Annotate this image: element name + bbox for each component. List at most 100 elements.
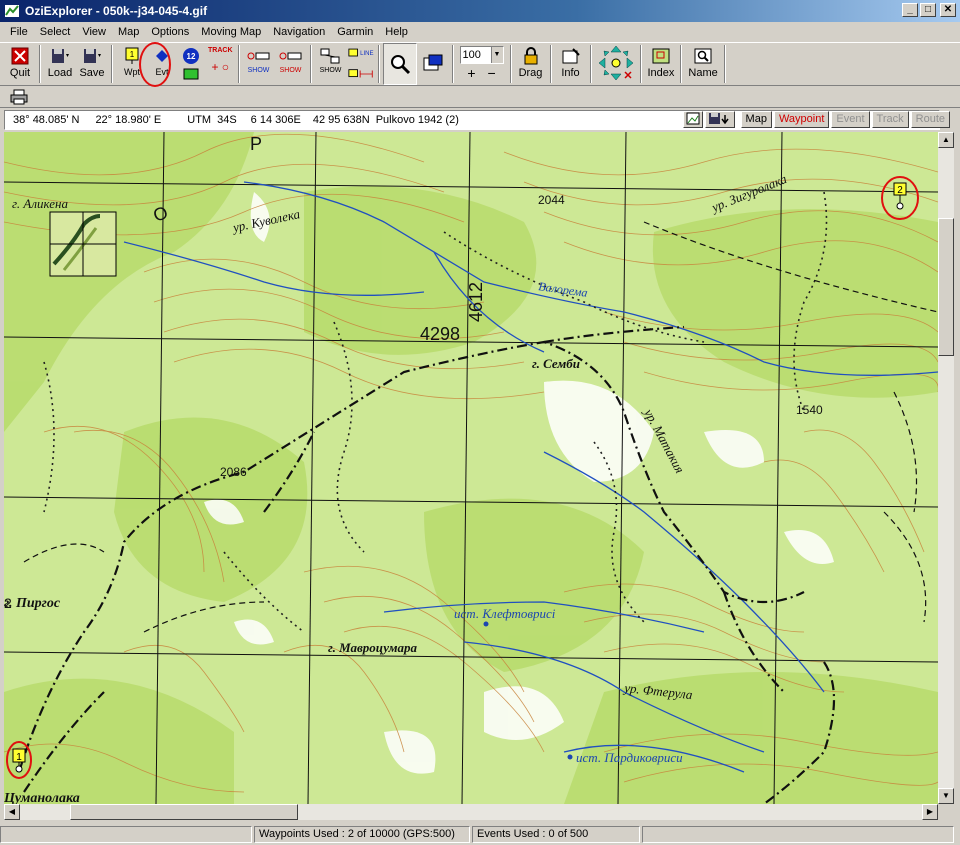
line-tool-icon: LINE — [347, 48, 373, 57]
menu-select[interactable]: Select — [34, 26, 77, 38]
status-panel-empty — [0, 825, 252, 843]
name-label: Name — [688, 67, 718, 79]
picture-icon — [686, 112, 700, 125]
view-tabs: Map Waypoint Event Track Route — [682, 111, 950, 128]
tab-map[interactable]: Map — [740, 111, 772, 128]
scroll-right-button[interactable]: ▶ — [922, 804, 938, 820]
magnifier-button[interactable] — [382, 43, 417, 85]
name-search-button[interactable]: Name — [685, 43, 720, 85]
line-button[interactable]: LINE — [347, 43, 375, 85]
show-events-label: SHOW — [279, 67, 302, 74]
info-button[interactable]: Info — [555, 43, 587, 85]
save-down-button[interactable] — [704, 111, 735, 128]
load-label: Load — [47, 67, 73, 79]
tab-route[interactable]: Route — [910, 111, 950, 128]
index-button[interactable]: Index — [645, 43, 678, 85]
svg-text:LINE: LINE — [360, 51, 373, 57]
toolbar-separator — [680, 45, 683, 83]
toolbar-separator — [237, 45, 240, 83]
route-button[interactable]: 12 — [176, 43, 206, 85]
map-label-mavrotsumara: г. Мавроцумара — [328, 640, 418, 655]
map-canvas[interactable]: г. Аликена ур. Куволека ур. Зигуролака В… — [4, 132, 938, 804]
map-label-tsumanolaka: Цуманолака — [4, 791, 80, 804]
zoom-select[interactable]: 100 ▼ — [459, 46, 504, 64]
zoom-out-icon[interactable]: − — [488, 65, 496, 81]
scroll-left-button[interactable]: ◀ — [4, 804, 20, 820]
map-label-pirgos: г. Пиргос — [4, 596, 61, 611]
show-waypoints-button[interactable]: SHOW — [243, 43, 275, 85]
quit-icon — [11, 47, 29, 65]
menu-navigation[interactable]: Navigation — [267, 26, 331, 38]
drag-label: Drag — [518, 67, 543, 79]
zoom-in-icon[interactable]: + — [467, 65, 475, 81]
tab-event[interactable]: Event — [831, 111, 870, 128]
show-routes-button[interactable]: SHOW — [315, 43, 347, 85]
northing-readout: 42 95 638N — [312, 114, 370, 126]
pan-arrows-button[interactable] — [595, 43, 637, 85]
map-label-pardikovrisi: ист. Пардиковриси — [576, 750, 683, 765]
toolbar-separator — [309, 45, 312, 83]
maximize-button[interactable]: □ — [920, 3, 936, 17]
menu-view[interactable]: View — [76, 26, 112, 38]
window-button[interactable] — [417, 43, 449, 85]
map-magnifier-inset — [49, 211, 117, 277]
vertical-scroll-thumb[interactable] — [938, 218, 954, 356]
tab-waypoint[interactable]: Waypoint — [773, 111, 830, 128]
show-routes-label: SHOW — [319, 67, 342, 74]
show-waypoints-label: SHOW — [247, 67, 270, 74]
zoom-control: 100 ▼ + − — [457, 43, 507, 85]
info-label: Info — [561, 67, 580, 79]
toolbar-separator — [639, 45, 642, 83]
toolbar-separator — [549, 45, 552, 83]
close-button[interactable]: ✕ — [940, 3, 956, 17]
index-label: Index — [647, 67, 675, 79]
show-waypoints-icon — [247, 52, 269, 60]
menu-help[interactable]: Help — [379, 26, 414, 38]
menu-moving-map[interactable]: Moving Map — [195, 26, 267, 38]
grid-number-4298: 4298 — [420, 324, 460, 344]
disk-down-icon — [708, 113, 729, 125]
map-number-2: 2 — [4, 595, 12, 611]
horizontal-scroll-thumb[interactable] — [70, 804, 298, 820]
zoom-value: 100 — [462, 49, 481, 61]
tab-track[interactable]: Track — [871, 111, 909, 128]
menu-garmin[interactable]: Garmin — [331, 26, 379, 38]
vertical-scrollbar[interactable]: ▲ ▼ — [938, 132, 954, 804]
longitude-readout: 22° 18.980' E — [95, 114, 162, 126]
elevation-2086: 2086 — [220, 465, 247, 479]
status-bar: Waypoints Used : 2 of 10000 (GPS:500) Ev… — [0, 823, 960, 845]
app-icon — [5, 5, 19, 17]
map-letter-r: Р — [250, 134, 262, 154]
quit-button[interactable]: Quit — [4, 43, 36, 85]
topo-map[interactable]: г. Аликена ур. Куволека ур. Зигуролака В… — [4, 132, 938, 804]
secondary-toolbar — [0, 86, 960, 108]
minimize-button[interactable]: _ — [902, 3, 918, 17]
toolbar-separator — [451, 45, 454, 83]
save-label: Save — [79, 67, 105, 79]
track-button[interactable]: TRACK + ○ — [206, 43, 235, 85]
datum-readout: Pulkovo 1942 (2) — [375, 114, 459, 126]
print-icon[interactable] — [10, 89, 28, 105]
menu-map[interactable]: Map — [112, 26, 145, 38]
waypoint-2-label: 2 — [897, 185, 903, 196]
easting-readout: 6 14 306E — [250, 114, 301, 126]
toolbar-separator — [39, 45, 41, 83]
save-icon — [84, 49, 101, 63]
grid-number-4612: 4612 — [466, 282, 486, 322]
utm-zone: 34S — [217, 114, 237, 126]
elevation-2044: 2044 — [538, 193, 565, 207]
menu-bar: File Select View Map Options Moving Map … — [0, 22, 960, 42]
load-button[interactable]: Load — [44, 43, 76, 85]
scroll-down-button[interactable]: ▼ — [938, 788, 954, 804]
magnifier-icon — [390, 55, 410, 75]
menu-file[interactable]: File — [4, 26, 34, 38]
map-image-button[interactable] — [682, 111, 703, 128]
horizontal-scrollbar[interactable]: ◀ ▶ — [4, 804, 938, 820]
show-events-button[interactable]: SHOW — [275, 43, 307, 85]
save-button[interactable]: Save — [76, 43, 108, 85]
drag-button[interactable]: Drag — [515, 43, 547, 85]
scroll-up-button[interactable]: ▲ — [938, 132, 954, 148]
elevation-1540: 1540 — [796, 403, 823, 417]
show-routes-icon — [320, 48, 339, 64]
menu-options[interactable]: Options — [145, 26, 195, 38]
